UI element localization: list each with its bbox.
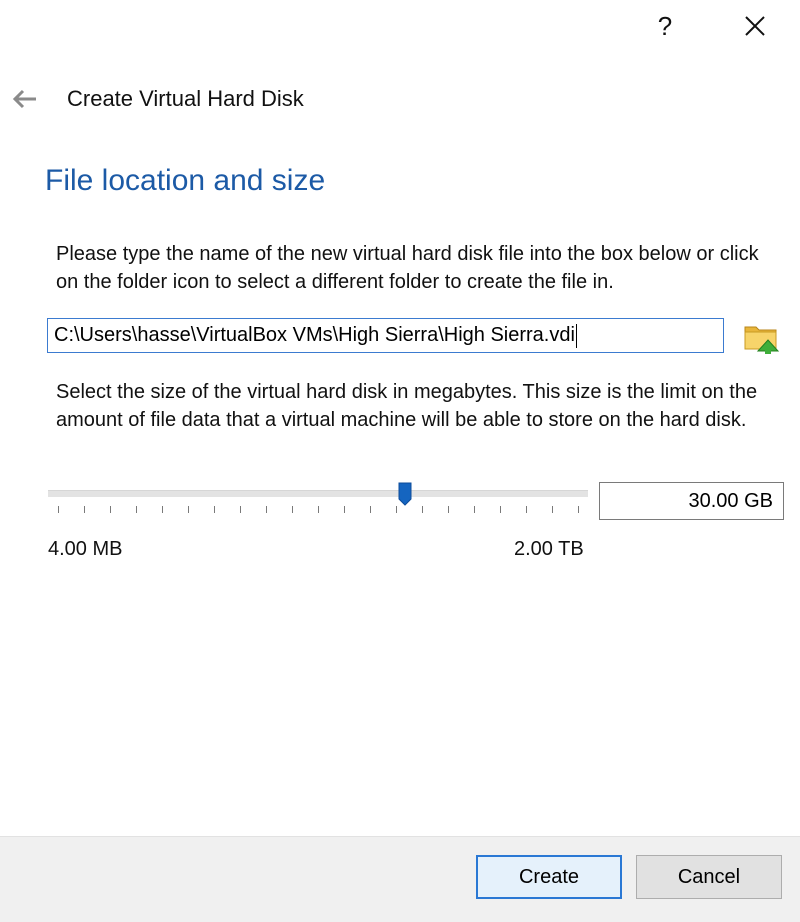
slider-tick: [526, 506, 527, 513]
slider-tick: [58, 506, 59, 513]
disk-size-input[interactable]: 30.00 GB: [599, 482, 784, 520]
wizard-title: Create Virtual Hard Disk: [67, 86, 304, 111]
slider-max-label: 2.00 TB: [514, 538, 584, 560]
folder-icon: [744, 326, 780, 354]
slider-tick: [240, 506, 241, 513]
size-description: Select the size of the virtual hard disk…: [56, 381, 758, 431]
slider-tick: [292, 506, 293, 513]
slider-tick: [188, 506, 189, 513]
slider-tick: [318, 506, 319, 513]
slider-tick: [344, 506, 345, 513]
disk-size-slider[interactable]: [48, 478, 588, 520]
slider-track: [48, 490, 588, 497]
slider-tick: [422, 506, 423, 513]
cancel-button[interactable]: Cancel: [636, 855, 782, 899]
slider-tick: [552, 506, 553, 513]
choose-folder-button[interactable]: [742, 318, 780, 356]
text-caret: [575, 323, 577, 348]
slider-tick: [162, 506, 163, 513]
back-arrow-icon: [12, 89, 36, 109]
slider-tick: [396, 506, 397, 513]
slider-tick: [474, 506, 475, 513]
slider-min-label: 4.00 MB: [48, 538, 123, 560]
close-icon: [745, 16, 765, 36]
location-description: Please type the name of the new virtual …: [56, 243, 759, 293]
close-button[interactable]: [730, 4, 780, 48]
slider-tick: [448, 506, 449, 513]
page-heading: File location and size: [45, 164, 326, 197]
slider-tick: [214, 506, 215, 513]
back-button[interactable]: [8, 84, 42, 114]
slider-handle[interactable]: [398, 482, 412, 506]
slider-tick: [136, 506, 137, 513]
slider-ticks: [48, 506, 588, 516]
create-button[interactable]: Create: [476, 855, 622, 899]
slider-tick: [84, 506, 85, 513]
slider-tick: [110, 506, 111, 513]
file-path-input[interactable]: C:\Users\hasse\VirtualBox VMs\High Sierr…: [47, 318, 724, 353]
file-path-value: C:\Users\hasse\VirtualBox VMs\High Sierr…: [54, 324, 575, 346]
slider-tick: [578, 506, 579, 513]
help-button[interactable]: ?: [645, 4, 685, 48]
create-virtual-hard-disk-dialog: ? Create Virtual Hard Disk File location…: [0, 0, 800, 922]
slider-tick: [370, 506, 371, 513]
slider-tick: [500, 506, 501, 513]
slider-tick: [266, 506, 267, 513]
